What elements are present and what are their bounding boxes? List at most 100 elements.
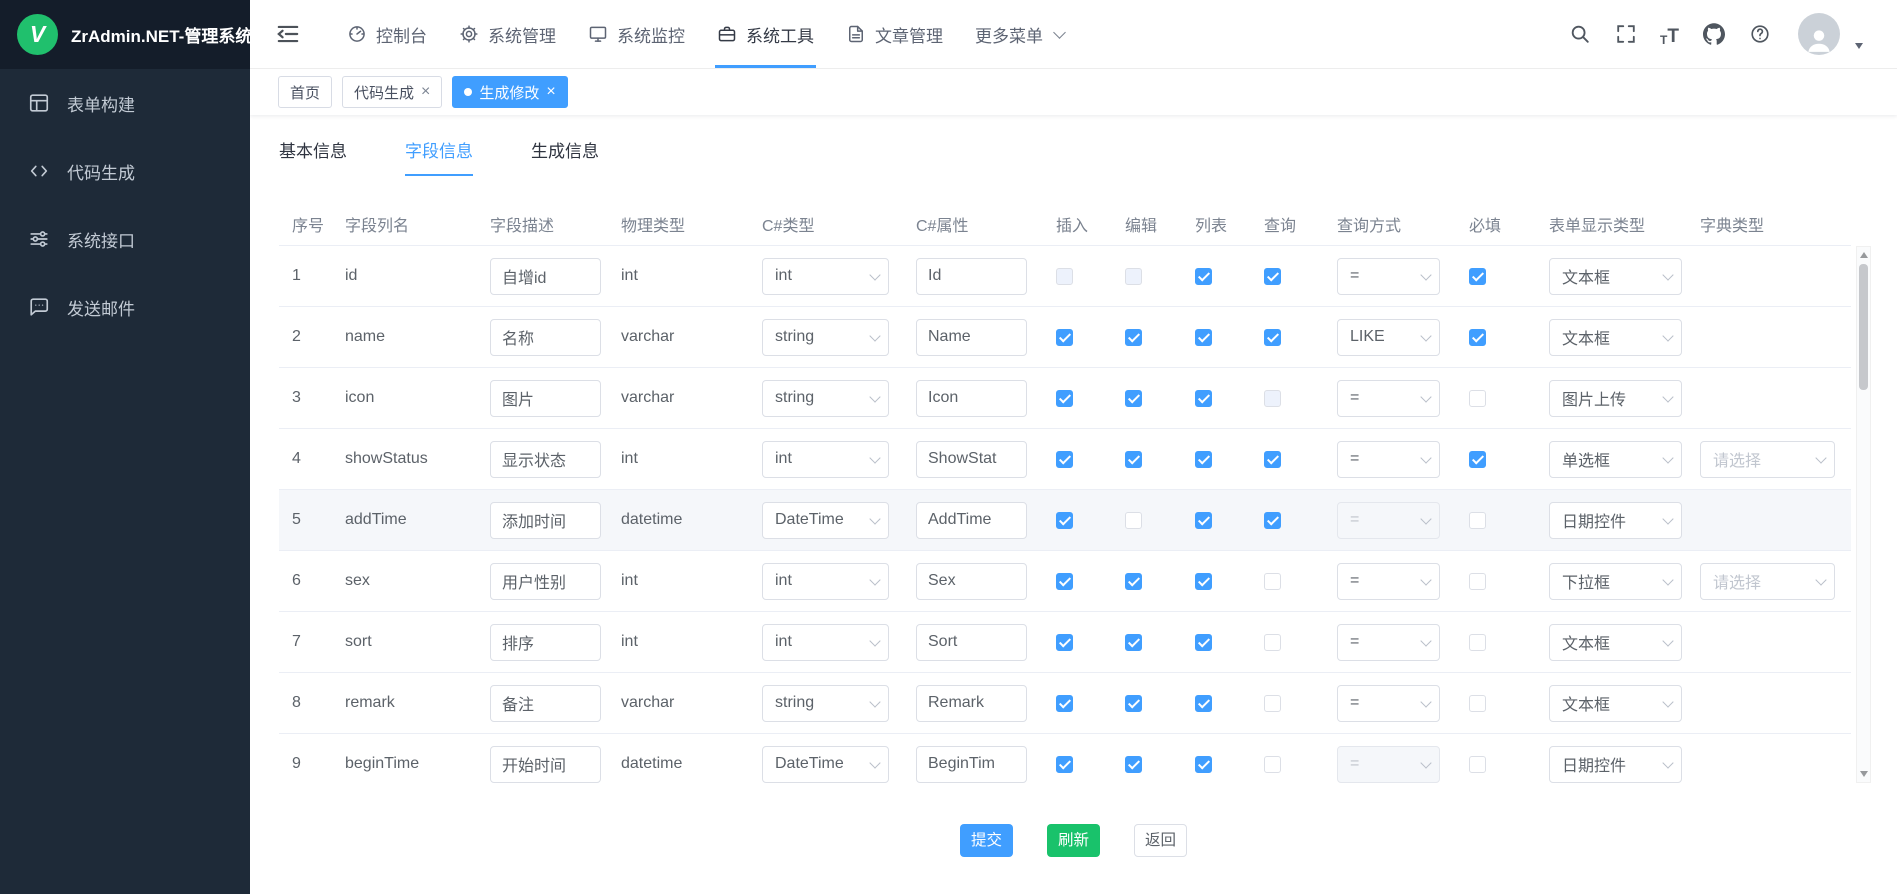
query-method-select[interactable]: = <box>1337 624 1440 661</box>
checkbox[interactable] <box>1056 695 1073 712</box>
checkbox[interactable] <box>1264 329 1281 346</box>
csharp-type-select[interactable]: int <box>762 624 889 661</box>
checkbox[interactable] <box>1264 756 1281 773</box>
tag-home[interactable]: 首页 <box>278 76 332 108</box>
sidebar-item-form-builder[interactable]: 表单构建 <box>0 69 250 137</box>
sidebar-item-code-generation[interactable]: 代码生成 <box>0 137 250 205</box>
checkbox[interactable] <box>1125 390 1142 407</box>
tab-field-info[interactable]: 字段信息 <box>405 142 473 176</box>
checkbox[interactable] <box>1056 573 1073 590</box>
description-input[interactable] <box>490 258 601 295</box>
display-type-select[interactable]: 单选框 <box>1549 441 1682 478</box>
csharp-type-select[interactable]: string <box>762 685 889 722</box>
checkbox[interactable] <box>1195 695 1212 712</box>
checkbox[interactable] <box>1195 390 1212 407</box>
csharp-property-input[interactable] <box>916 685 1027 722</box>
checkbox[interactable] <box>1264 573 1281 590</box>
checkbox[interactable] <box>1264 695 1281 712</box>
checkbox[interactable] <box>1195 756 1212 773</box>
scroll-down-icon[interactable] <box>1860 771 1868 777</box>
csharp-property-input[interactable] <box>916 380 1027 417</box>
avatar[interactable] <box>1798 13 1840 55</box>
checkbox[interactable] <box>1469 390 1486 407</box>
table-scrollbar[interactable] <box>1856 246 1871 783</box>
fullscreen-icon[interactable] <box>1614 23 1637 46</box>
sidebar-collapse-icon[interactable] <box>275 21 301 47</box>
checkbox[interactable] <box>1469 329 1486 346</box>
sidebar-item-send-mail[interactable]: 发送邮件 <box>0 273 250 341</box>
description-input[interactable] <box>490 746 601 783</box>
description-input[interactable] <box>490 624 601 661</box>
checkbox[interactable] <box>1264 512 1281 529</box>
scroll-up-icon[interactable] <box>1860 252 1868 258</box>
checkbox[interactable] <box>1056 512 1073 529</box>
checkbox[interactable] <box>1264 634 1281 651</box>
search-icon[interactable] <box>1568 23 1591 46</box>
checkbox[interactable] <box>1056 451 1073 468</box>
query-method-select[interactable]: = <box>1337 685 1440 722</box>
tab-generate-info[interactable]: 生成信息 <box>531 142 599 176</box>
checkbox[interactable] <box>1125 573 1142 590</box>
close-icon[interactable]: × <box>421 84 430 100</box>
display-type-select[interactable]: 日期控件 <box>1549 502 1682 539</box>
tag-generate-edit[interactable]: 生成修改× <box>452 76 567 108</box>
checkbox[interactable] <box>1469 634 1486 651</box>
nav-more-menu[interactable]: 更多菜单 <box>959 0 1080 68</box>
tab-basic-info[interactable]: 基本信息 <box>279 142 347 176</box>
checkbox[interactable] <box>1195 268 1212 285</box>
csharp-property-input[interactable] <box>916 563 1027 600</box>
checkbox[interactable] <box>1125 451 1142 468</box>
csharp-property-input[interactable] <box>916 624 1027 661</box>
tag-code-generation[interactable]: 代码生成× <box>342 76 442 108</box>
query-method-select[interactable]: = <box>1337 380 1440 417</box>
csharp-type-select[interactable]: int <box>762 441 889 478</box>
scrollbar-thumb[interactable] <box>1859 264 1868 390</box>
description-input[interactable] <box>490 502 601 539</box>
checkbox[interactable] <box>1469 451 1486 468</box>
csharp-type-select[interactable]: DateTime <box>762 746 889 783</box>
checkbox[interactable] <box>1056 756 1073 773</box>
dict-type-select[interactable]: 请选择 <box>1700 441 1835 478</box>
description-input[interactable] <box>490 380 601 417</box>
font-size-icon[interactable]: TT <box>1660 23 1679 46</box>
checkbox[interactable] <box>1469 695 1486 712</box>
submit-button[interactable]: 提交 <box>960 824 1013 857</box>
csharp-property-input[interactable] <box>916 502 1027 539</box>
checkbox[interactable] <box>1125 756 1142 773</box>
sidebar-item-system-api[interactable]: 系统接口 <box>0 205 250 273</box>
display-type-select[interactable]: 图片上传 <box>1549 380 1682 417</box>
caret-down-icon[interactable] <box>1855 43 1863 49</box>
checkbox[interactable] <box>1195 634 1212 651</box>
csharp-property-input[interactable] <box>916 319 1027 356</box>
display-type-select[interactable]: 文本框 <box>1549 258 1682 295</box>
csharp-property-input[interactable] <box>916 746 1027 783</box>
checkbox[interactable] <box>1125 695 1142 712</box>
checkbox[interactable] <box>1056 329 1073 346</box>
checkbox[interactable] <box>1195 451 1212 468</box>
csharp-type-select[interactable]: string <box>762 380 889 417</box>
back-button[interactable]: 返回 <box>1134 824 1187 857</box>
refresh-button[interactable]: 刷新 <box>1047 824 1100 857</box>
checkbox[interactable] <box>1056 634 1073 651</box>
nav-system-manage[interactable]: 系统管理 <box>443 0 572 68</box>
csharp-property-input[interactable] <box>916 441 1027 478</box>
description-input[interactable] <box>490 441 601 478</box>
csharp-type-select[interactable]: int <box>762 258 889 295</box>
description-input[interactable] <box>490 319 601 356</box>
nav-system-monitor[interactable]: 系统监控 <box>572 0 701 68</box>
checkbox[interactable] <box>1056 390 1073 407</box>
display-type-select[interactable]: 文本框 <box>1549 319 1682 356</box>
checkbox[interactable] <box>1195 329 1212 346</box>
checkbox[interactable] <box>1469 512 1486 529</box>
checkbox[interactable] <box>1195 512 1212 529</box>
checkbox[interactable] <box>1125 512 1142 529</box>
csharp-type-select[interactable]: int <box>762 563 889 600</box>
nav-system-tools[interactable]: 系统工具 <box>701 0 830 68</box>
nav-article-manage[interactable]: 文章管理 <box>830 0 959 68</box>
display-type-select[interactable]: 文本框 <box>1549 685 1682 722</box>
checkbox[interactable] <box>1195 573 1212 590</box>
description-input[interactable] <box>490 685 601 722</box>
nav-console[interactable]: 控制台 <box>331 0 443 68</box>
query-method-select[interactable]: = <box>1337 441 1440 478</box>
github-icon[interactable] <box>1702 23 1725 46</box>
